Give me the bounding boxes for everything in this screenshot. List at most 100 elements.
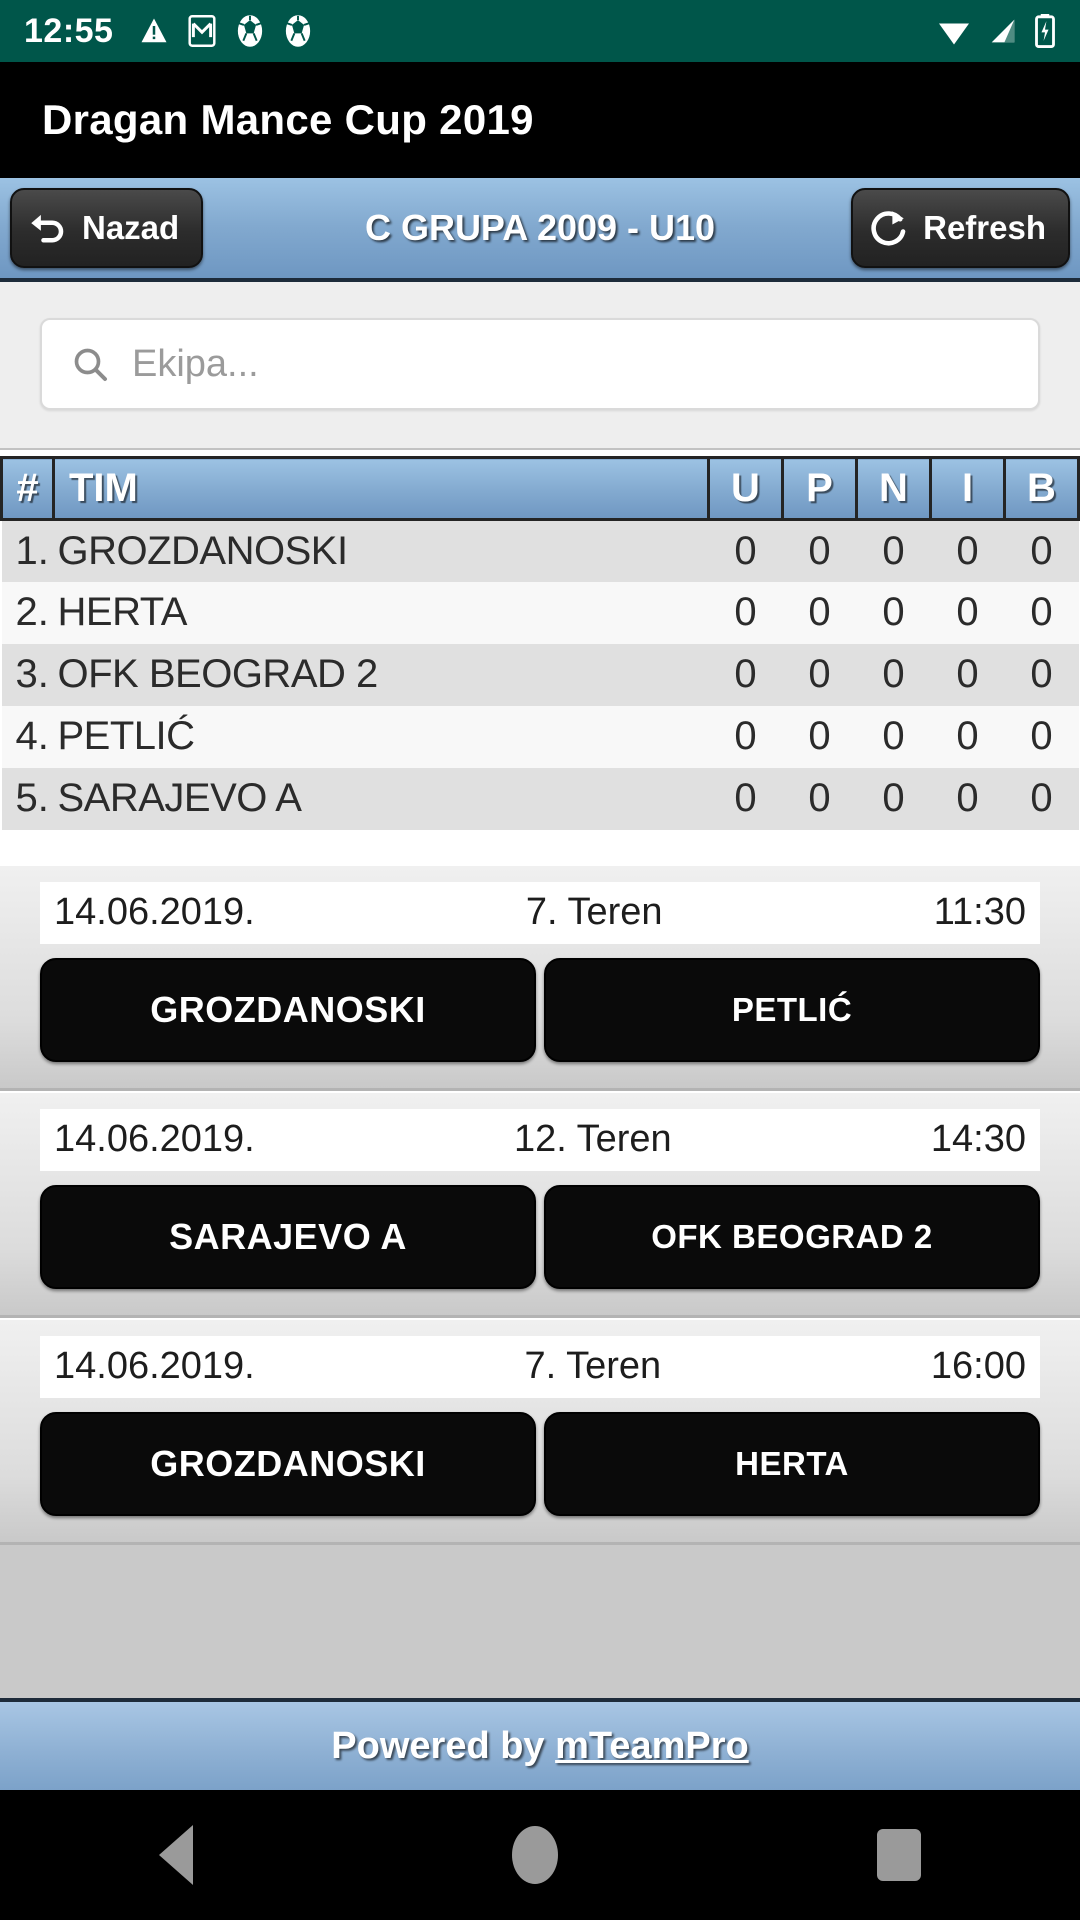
- row-rank: 2.: [1, 581, 54, 644]
- row-i: 0: [930, 767, 1005, 830]
- search-icon: [74, 348, 107, 381]
- mteampro-link[interactable]: mTeamPro: [555, 1725, 749, 1767]
- row-u: 0: [708, 767, 783, 830]
- soccer-ball-icon: [238, 15, 263, 47]
- search-box[interactable]: [40, 318, 1040, 410]
- row-i: 0: [930, 643, 1005, 706]
- match-field: 7. Teren: [525, 891, 663, 933]
- row-n: 0: [856, 643, 931, 706]
- refresh-button-label: Refresh: [923, 209, 1046, 246]
- match-teams: SARAJEVO A OFK BEOGRAD 2: [40, 1184, 1040, 1289]
- row-i: 0: [930, 581, 1005, 644]
- column-header-team[interactable]: TIM: [52, 456, 710, 521]
- standings-body: 1. GROZDANOSKI 0 0 0 0 0 2. HERTA 0 0 0: [1, 519, 1079, 830]
- row-team: SARAJEVO A: [53, 767, 709, 830]
- battery-charging-icon: [1035, 14, 1055, 48]
- soccer-ball-icon: [286, 15, 311, 47]
- standings-header: # TIM U P N I B: [0, 456, 1080, 521]
- search-section: [0, 282, 1080, 450]
- row-n: 0: [856, 519, 931, 582]
- standings-table: # TIM U P N I B 1. GROZDANOSKI 0 0 0 0 0…: [0, 456, 1080, 830]
- column-header-rank[interactable]: #: [0, 456, 55, 521]
- signal-icon: [991, 19, 1015, 43]
- row-b: 0: [1004, 705, 1079, 768]
- content-area: # TIM U P N I B 1. GROZDANOSKI 0 0: [0, 282, 1080, 1698]
- row-rank: 5.: [1, 767, 54, 830]
- refresh-icon: [871, 211, 906, 246]
- table-row[interactable]: 2. HERTA 0 0 0 0 0: [1, 581, 1079, 644]
- row-rank: 1.: [1, 519, 54, 582]
- home-team-button[interactable]: GROZDANOSKI: [40, 1411, 536, 1516]
- match-info-bar: 14.06.2019. 7. Teren 11:30: [40, 881, 1040, 944]
- table-row[interactable]: 1. GROZDANOSKI 0 0 0 0 0: [1, 519, 1079, 582]
- nav-recents-icon[interactable]: [876, 1829, 921, 1881]
- powered-by-text: Powered by mTeamPro: [331, 1725, 748, 1768]
- page-title: Dragan Mance Cup 2019: [42, 96, 534, 143]
- match-card[interactable]: 14.06.2019. 7. Teren 11:30 GROZDANOSKI P…: [0, 863, 1080, 1091]
- row-rank: 3.: [1, 643, 54, 706]
- away-team-button[interactable]: HERTA: [544, 1411, 1040, 1516]
- row-u: 0: [708, 705, 783, 768]
- match-info-bar: 14.06.2019. 7. Teren 16:00: [40, 1335, 1040, 1398]
- home-team-button[interactable]: GROZDANOSKI: [40, 957, 536, 1062]
- refresh-button[interactable]: Refresh: [851, 188, 1070, 268]
- row-team: GROZDANOSKI: [53, 519, 709, 582]
- status-bar-system-icons: [936, 14, 1056, 48]
- standings-table-container: # TIM U P N I B 1. GROZDANOSKI 0 0 0 0 0…: [0, 450, 1080, 864]
- table-row[interactable]: 4. PETLIĆ 0 0 0 0 0: [1, 705, 1079, 768]
- column-header-p[interactable]: P: [781, 456, 858, 521]
- match-date: 14.06.2019.: [54, 1345, 255, 1387]
- row-b: 0: [1004, 643, 1079, 706]
- action-toolbar: Nazad C GRUPA 2009 - U10 Refresh: [0, 178, 1080, 282]
- standings-header-row: # TIM U P N I B: [0, 456, 1080, 521]
- away-team-button[interactable]: PETLIĆ: [544, 957, 1040, 1062]
- nav-home-icon[interactable]: [511, 1826, 558, 1884]
- warning-icon: [141, 18, 167, 43]
- app-title-bar: Dragan Mance Cup 2019: [0, 62, 1080, 178]
- home-team-button[interactable]: SARAJEVO A: [40, 1184, 536, 1289]
- match-card[interactable]: 14.06.2019. 7. Teren 16:00 GROZDANOSKI H…: [0, 1317, 1080, 1545]
- footer-bar: Powered by mTeamPro: [0, 1698, 1080, 1790]
- match-field: 12. Teren: [513, 1118, 672, 1160]
- android-navigation-bar: [0, 1790, 1080, 1920]
- table-row[interactable]: 3. OFK BEOGRAD 2 0 0 0 0 0: [1, 643, 1079, 706]
- back-button[interactable]: Nazad: [10, 188, 204, 268]
- nav-back-icon[interactable]: [159, 1825, 194, 1885]
- row-p: 0: [782, 519, 857, 582]
- row-b: 0: [1004, 519, 1079, 582]
- phone-screen: 12:55 Dragan Mance Cup 2019 Nazad C GRUP…: [0, 0, 1080, 1920]
- status-bar-clock: 12:55: [24, 11, 114, 50]
- row-team: PETLIĆ: [53, 705, 709, 768]
- match-teams: GROZDANOSKI PETLIĆ: [40, 957, 1040, 1062]
- row-b: 0: [1004, 581, 1079, 644]
- column-header-i[interactable]: I: [929, 456, 1006, 521]
- match-card[interactable]: 14.06.2019. 12. Teren 14:30 SARAJEVO A O…: [0, 1090, 1080, 1318]
- match-teams: GROZDANOSKI HERTA: [40, 1411, 1040, 1516]
- row-u: 0: [708, 519, 783, 582]
- column-header-u[interactable]: U: [707, 456, 784, 521]
- column-header-n[interactable]: N: [855, 456, 932, 521]
- row-i: 0: [930, 519, 1005, 582]
- row-team: OFK BEOGRAD 2: [53, 643, 709, 706]
- row-n: 0: [856, 767, 931, 830]
- search-input[interactable]: [132, 342, 1010, 386]
- row-team: HERTA: [53, 581, 709, 644]
- status-bar: 12:55: [0, 0, 1080, 62]
- away-team-button[interactable]: OFK BEOGRAD 2: [544, 1184, 1040, 1289]
- row-u: 0: [708, 581, 783, 644]
- row-u: 0: [708, 643, 783, 706]
- status-bar-notification-icons: [139, 14, 313, 48]
- match-list: 14.06.2019. 7. Teren 11:30 GROZDANOSKI P…: [0, 863, 1080, 1545]
- gmail-icon: [188, 15, 217, 47]
- match-field: 7. Teren: [524, 1345, 662, 1387]
- match-time: 11:30: [933, 891, 1026, 933]
- row-p: 0: [782, 581, 857, 644]
- match-info-bar: 14.06.2019. 12. Teren 14:30: [40, 1108, 1040, 1171]
- row-b: 0: [1004, 767, 1079, 830]
- match-time: 16:00: [930, 1345, 1026, 1387]
- back-arrow-icon: [31, 214, 64, 243]
- back-button-label: Nazad: [82, 209, 180, 246]
- column-header-b[interactable]: B: [1003, 456, 1080, 521]
- row-rank: 4.: [1, 705, 54, 768]
- table-row[interactable]: 5. SARAJEVO A 0 0 0 0 0: [1, 767, 1079, 830]
